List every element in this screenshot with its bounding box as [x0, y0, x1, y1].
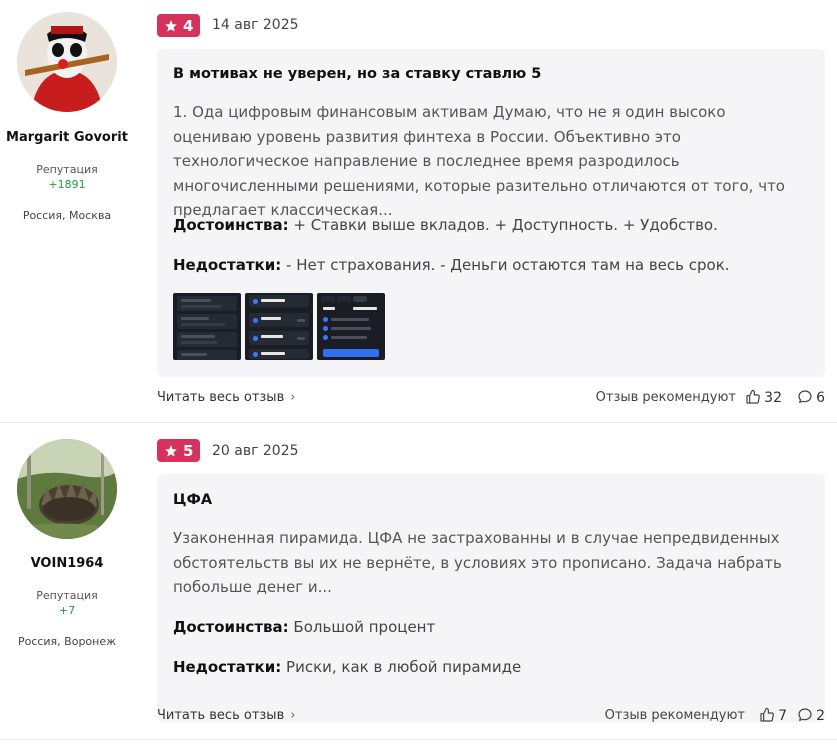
read-more-label: Читать весь отзыв	[157, 390, 285, 405]
review-footer: Читать весь отзыв › Отзыв рекомендуют 32…	[157, 388, 825, 408]
like-count: 7	[778, 708, 787, 724]
reputation-label: Репутация	[36, 163, 98, 176]
reputation-label: Репутация	[36, 589, 98, 602]
rating-value: 5	[183, 441, 194, 460]
rating-badge: 5	[157, 439, 201, 462]
recommend-label: Отзыв рекомендуют	[595, 390, 736, 405]
author-name[interactable]: VOIN1964	[0, 556, 134, 571]
like-button[interactable]: 7	[759, 706, 787, 724]
comments-button[interactable]: 6	[797, 388, 825, 406]
review-cons: Недостатки: - Нет страхования. - Деньги …	[173, 256, 730, 274]
pros-text: Большой процент	[293, 618, 436, 636]
read-more-link[interactable]: Читать весь отзыв ›	[157, 390, 295, 405]
review-cons: Недостатки: Риски, как в любой пирамиде	[173, 658, 521, 676]
read-more-label: Читать весь отзыв	[157, 708, 285, 723]
review-text: 1. Ода цифровым финансовым активам Думаю…	[173, 103, 785, 219]
review-card: VOIN1964 Репутация +7 Россия, Воронеж 5 …	[0, 423, 837, 744]
screenshot-thumbnail[interactable]	[245, 293, 313, 360]
rating-value: 4	[183, 16, 194, 35]
comments-button[interactable]: 2	[797, 706, 825, 724]
author-location: Россия, Москва	[22, 209, 112, 222]
pros-text: + Ставки выше вкладов. + Доступность. + …	[293, 216, 718, 234]
review-footer: Читать весь отзыв › Отзыв рекомендуют 7 …	[157, 706, 825, 726]
cons-text: - Нет страхования. - Деньги остаются там…	[286, 256, 730, 274]
review-date: 20 авг 2025	[212, 443, 299, 459]
review-date: 14 авг 2025	[212, 17, 299, 33]
comment-bubble-icon	[798, 390, 812, 403]
review-text: Узаконенная пирамида. ЦФА не застрахован…	[173, 529, 782, 596]
review-title[interactable]: ЦФА	[173, 492, 212, 508]
screenshot-thumbnail[interactable]	[317, 293, 385, 360]
comment-count: 6	[816, 390, 825, 406]
cons-text: Риски, как в любой пирамиде	[286, 658, 522, 676]
read-more-link[interactable]: Читать весь отзыв ›	[157, 708, 295, 723]
star-icon	[165, 19, 177, 32]
chevron-right-icon: ›	[290, 390, 296, 405]
review-content: В мотивах не уверен, но за ставку ставлю…	[157, 49, 825, 377]
review-divider	[0, 739, 837, 740]
screenshot-thumbnail[interactable]	[173, 293, 241, 360]
comment-count: 2	[816, 708, 825, 724]
thumbs-up-icon	[746, 389, 761, 404]
review-content: ЦФА Узаконенная пирамида. ЦФА не застрах…	[157, 474, 825, 722]
star-icon	[165, 444, 177, 457]
cons-label: Недостатки:	[173, 256, 282, 274]
like-count: 32	[764, 390, 782, 406]
pros-label: Достоинства:	[173, 618, 289, 636]
review-card: Margarit Govorit Репутация +1891 Россия,…	[0, 0, 837, 422]
thumbs-up-icon	[760, 707, 774, 722]
pros-label: Достоинства:	[173, 216, 289, 234]
rating-badge: 4	[157, 14, 201, 37]
comment-bubble-icon	[798, 708, 812, 721]
review-title[interactable]: В мотивах не уверен, но за ставку ставлю…	[173, 66, 541, 82]
avatar[interactable]	[17, 12, 117, 112]
reputation-value: +7	[58, 604, 76, 617]
cons-label: Недостатки:	[173, 658, 282, 676]
screenshot-thumbnails	[173, 293, 385, 360]
chevron-right-icon: ›	[290, 708, 296, 723]
reputation-value: +1891	[48, 178, 86, 191]
avatar[interactable]	[17, 439, 117, 539]
review-pros: Достоинства: + Ставки выше вкладов. + До…	[173, 216, 718, 234]
review-pros: Достоинства: Большой процент	[173, 618, 435, 636]
author-location: Россия, Воронеж	[17, 635, 117, 648]
like-button[interactable]: 32	[745, 388, 782, 406]
recommend-label: Отзыв рекомендуют	[604, 708, 745, 723]
author-name[interactable]: Margarit Govorit	[0, 130, 134, 145]
